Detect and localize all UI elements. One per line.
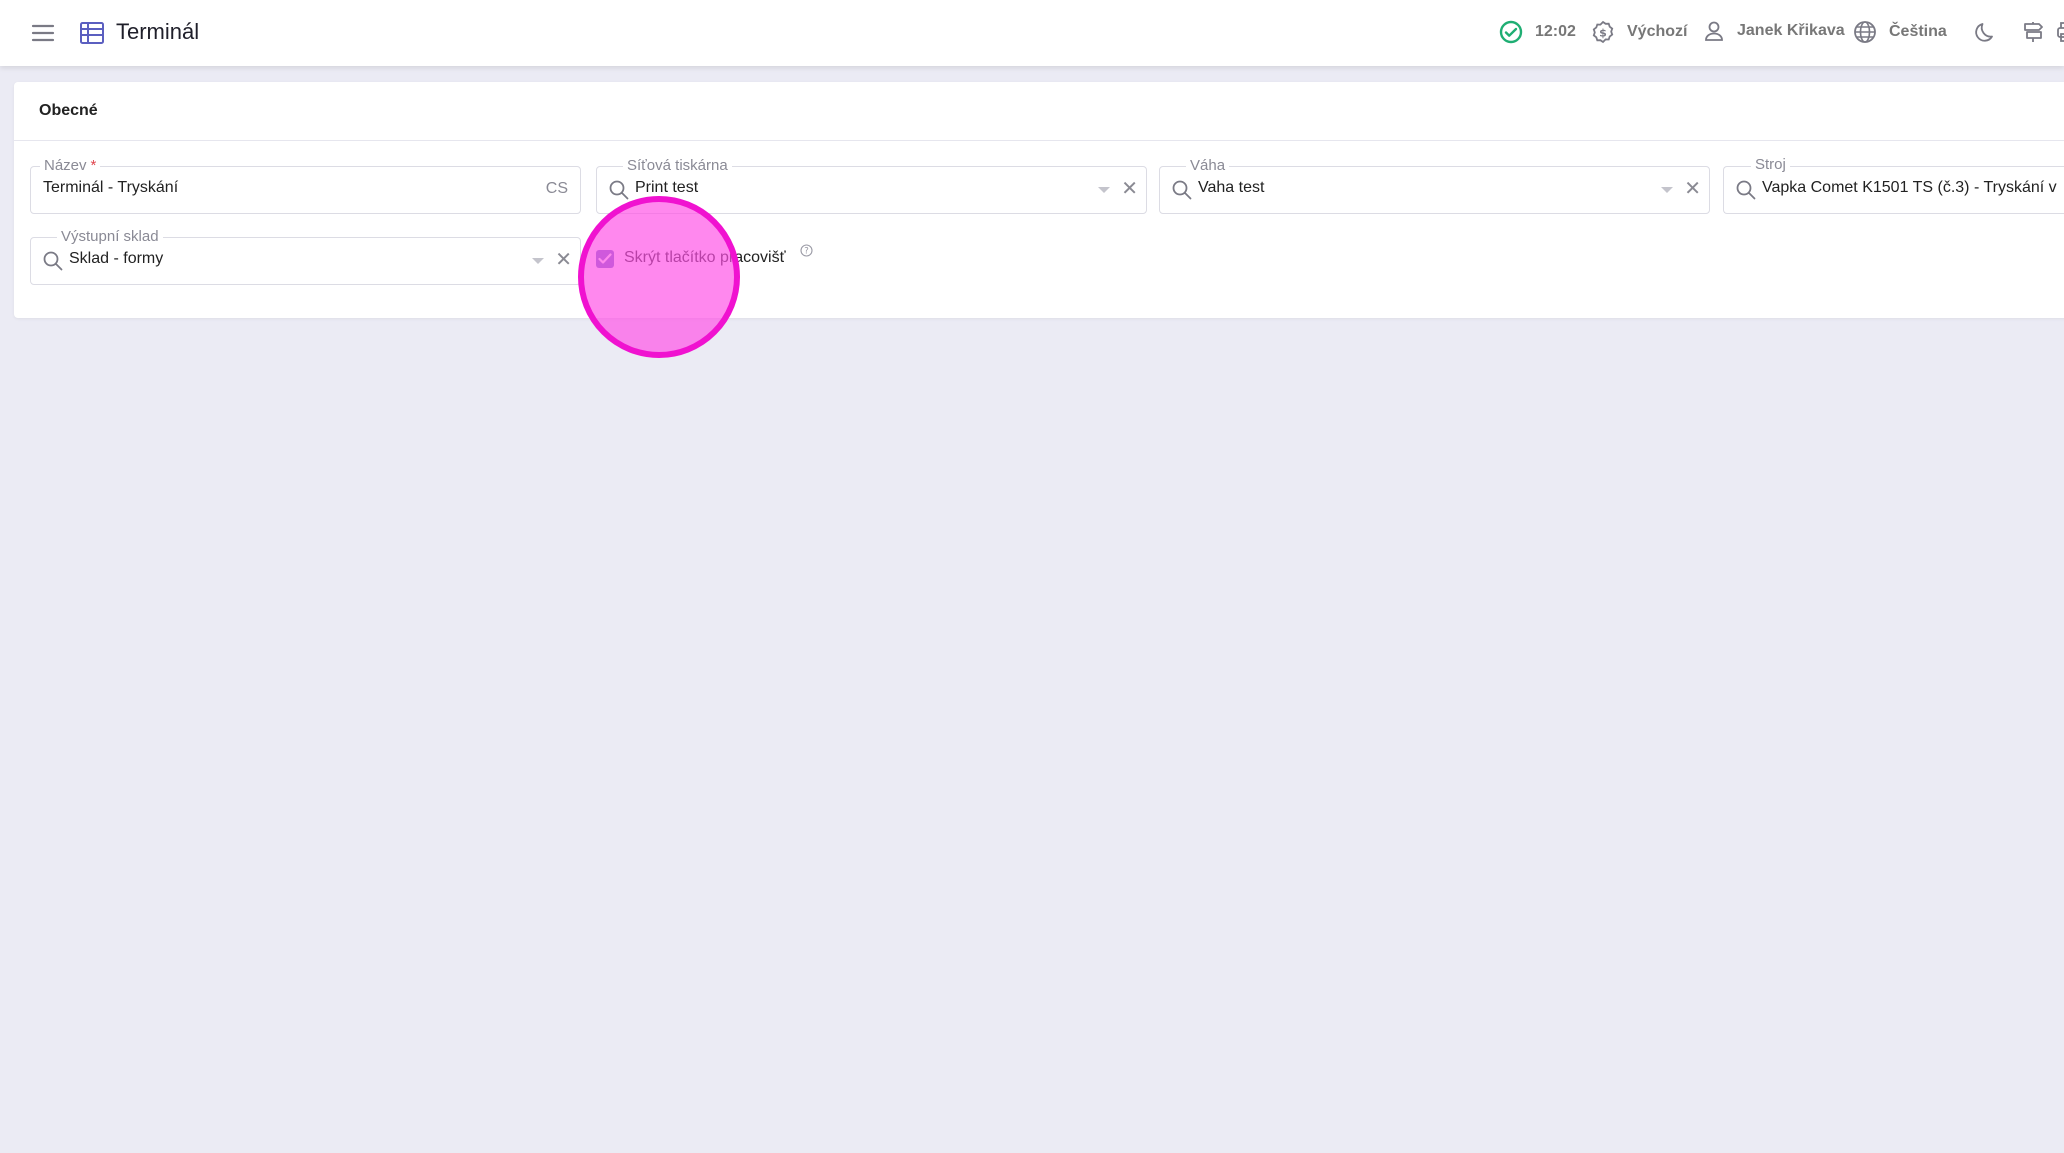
workplace-button[interactable]	[2021, 20, 2057, 44]
hide-workplace-button-checkbox[interactable]	[596, 250, 614, 268]
scale-field-label: Váha	[1186, 156, 1230, 176]
printer-icon	[2057, 22, 2064, 42]
output-warehouse-field[interactable]: Výstupní sklad Sklad - formy ✕	[30, 227, 581, 285]
user-name: Janek Křikava	[1737, 22, 1845, 39]
name-value[interactable]: Terminál - Tryskání	[43, 179, 178, 197]
close-icon[interactable]: ✕	[1121, 178, 1138, 200]
printer-value[interactable]: Print test	[635, 179, 698, 197]
search-icon	[43, 251, 63, 271]
user-icon	[1705, 21, 1723, 41]
top-bar: Terminál 12:02 $ Výchozí Janek Křikava Č…	[0, 0, 2064, 66]
check-circle-icon	[1499, 20, 1523, 44]
search-icon	[1172, 180, 1192, 200]
scale-field[interactable]: Váha Vaha test ✕	[1159, 156, 1710, 214]
chevron-down-icon[interactable]	[1661, 187, 1673, 193]
machine-field-label: Stroj	[1751, 155, 1790, 175]
required-mark: *	[90, 157, 97, 174]
scale-value[interactable]: Vaha test	[1198, 179, 1264, 197]
search-icon	[609, 180, 629, 200]
section-title: Obecné	[39, 102, 98, 119]
signpost-icon	[2024, 22, 2043, 42]
globe-icon	[1854, 21, 1876, 43]
status-time: 12:02	[1535, 23, 1576, 40]
warehouse-field-label: Výstupní sklad	[57, 227, 163, 247]
svg-text:?: ?	[804, 247, 809, 257]
help-icon[interactable]: ?	[800, 244, 813, 257]
dark-mode-toggle[interactable]	[1973, 20, 2009, 44]
search-icon	[1736, 180, 1756, 200]
hide-workplace-button-label[interactable]: Skrýt tlačítko pracovišť	[624, 249, 786, 267]
currency-label: Výchozí	[1627, 23, 1688, 40]
checkmark-icon	[598, 253, 612, 264]
section-header: Obecné	[14, 82, 2064, 141]
printer-field-label: Síťová tiskárna	[623, 156, 732, 176]
name-label-text: Název	[44, 157, 87, 174]
chevron-down-icon[interactable]	[532, 258, 544, 264]
table-icon	[79, 21, 105, 45]
menu-icon[interactable]	[30, 20, 56, 46]
machine-value[interactable]: Vapka Comet K1501 TS (č.3) - Tryskání v	[1762, 179, 2057, 197]
svg-text:$: $	[1599, 27, 1607, 40]
currency-icon: $	[1592, 20, 1614, 44]
page-title: Terminál	[116, 19, 200, 44]
top-right-toolbar: 12:02 $ Výchozí Janek Křikava Čeština	[1495, 0, 2064, 66]
language-tag[interactable]: CS	[546, 180, 568, 198]
name-field[interactable]: Název * Terminál - Tryskání CS	[30, 156, 581, 214]
user-menu[interactable]: Janek Křikava	[1703, 20, 1845, 42]
language-selector[interactable]: Čeština	[1853, 20, 1947, 44]
chevron-down-icon[interactable]	[1098, 187, 1110, 193]
general-section-card: Obecné Název * Terminál - Tryskání CS Síť…	[14, 82, 2064, 318]
network-printer-field[interactable]: Síťová tiskárna Print test ✕	[596, 156, 1147, 214]
extra-toolbar-button[interactable]	[2054, 20, 2064, 44]
language-label: Čeština	[1889, 23, 1947, 40]
moon-icon	[1975, 23, 1993, 42]
warehouse-value[interactable]: Sklad - formy	[69, 250, 163, 268]
name-field-label: Název *	[40, 156, 101, 176]
close-icon[interactable]: ✕	[1684, 178, 1701, 200]
currency-selector[interactable]: $ Výchozí	[1591, 20, 1687, 44]
close-icon[interactable]: ✕	[555, 249, 572, 271]
status-indicator[interactable]: 12:02	[1499, 20, 1576, 44]
